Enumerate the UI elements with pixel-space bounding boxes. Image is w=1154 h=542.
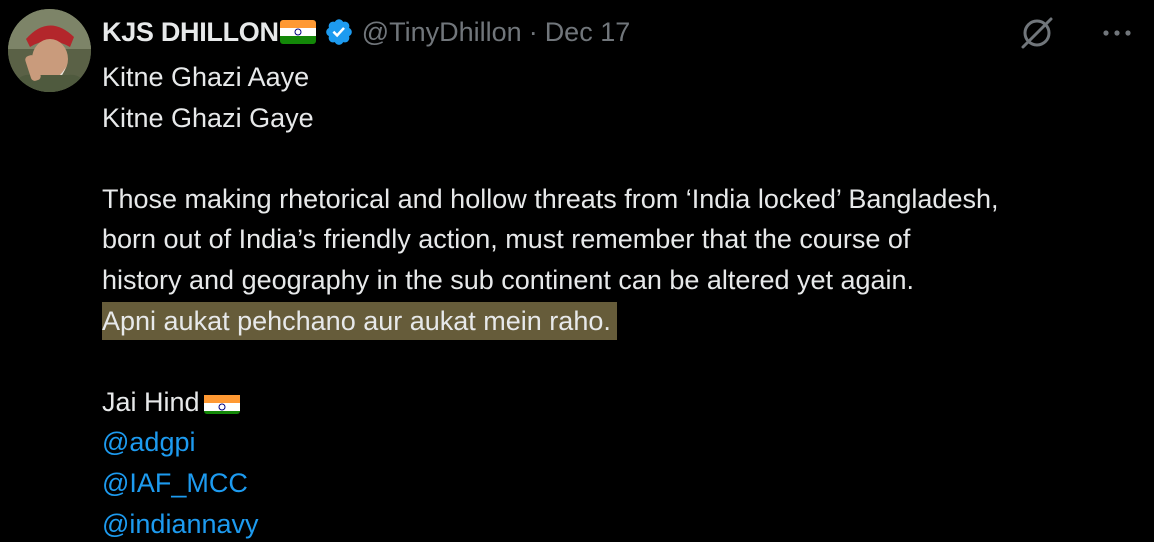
post-line-4: born out of India’s friendly action, mus… xyxy=(102,224,911,255)
post-line-1: Kitne Ghazi Aaye xyxy=(102,62,310,92)
india-flag-icon xyxy=(203,390,240,414)
mention-link[interactable]: @indiannavy xyxy=(102,504,1142,542)
sign-off-text: Jai Hind xyxy=(102,386,200,417)
author-display-name[interactable]: KJS DHILLON xyxy=(102,17,279,48)
avatar-image xyxy=(8,9,91,92)
grok-icon[interactable] xyxy=(1018,14,1056,52)
india-flag-icon xyxy=(279,20,316,44)
mention-link[interactable]: @adgpi xyxy=(102,422,1142,463)
tweet-header: KJS DHILLON @TinyDhillon · Dec 17 xyxy=(102,13,630,51)
post-line-3: Those making rhetorical and hollow threa… xyxy=(102,183,999,214)
separator-dot: · xyxy=(528,16,538,47)
post-date[interactable]: Dec 17 xyxy=(545,17,631,48)
more-options-icon[interactable] xyxy=(1099,15,1135,51)
tweet-text: Kitne Ghazi Aaye Kitne Ghazi Gaye Those … xyxy=(102,57,1142,542)
highlighted-text: Apni aukat pehchano aur aukat mein raho. xyxy=(102,301,617,340)
verified-badge-icon[interactable] xyxy=(324,17,354,47)
author-handle[interactable]: @TinyDhillon xyxy=(362,17,522,48)
tweet[interactable]: KJS DHILLON @TinyDhillon · Dec 17 Kitne … xyxy=(0,0,1154,542)
post-line-5: history and geography in the sub contine… xyxy=(102,264,915,295)
mention-link[interactable]: @IAF_MCC xyxy=(102,463,1142,504)
profile-avatar[interactable] xyxy=(8,9,91,92)
sign-off-row: Jai Hind xyxy=(102,382,1142,423)
post-line-2: Kitne Ghazi Gaye xyxy=(102,102,314,133)
highlighted-line-row: Apni aukat pehchano aur aukat mein raho. xyxy=(102,301,1142,342)
